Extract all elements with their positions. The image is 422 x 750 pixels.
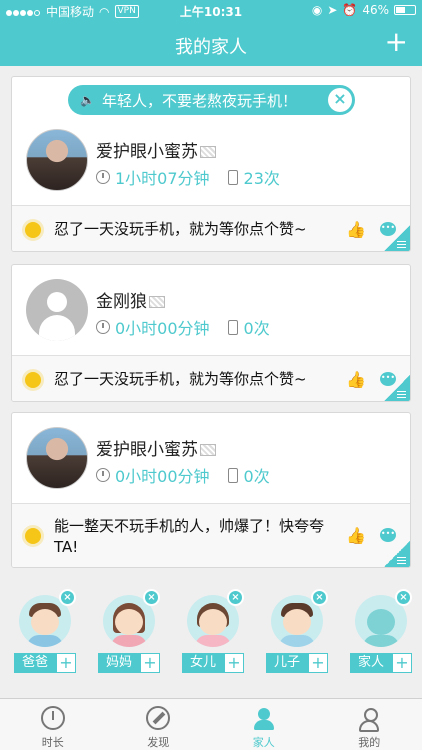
role-daughter[interactable]: × 女儿 + (182, 585, 244, 677)
remove-role-button[interactable]: × (227, 589, 244, 606)
avatar[interactable] (26, 129, 88, 191)
tab-discover[interactable]: 发现 (106, 699, 212, 750)
like-button[interactable]: 👍 (346, 220, 366, 239)
add-role-button[interactable]: + (224, 653, 244, 673)
family-member-card[interactable]: 金刚狼 0小时00分钟 0次 忍了一天没玩手机，就为等你点个赞~ 👍 ••• (11, 264, 411, 402)
role-family[interactable]: × 家人 + (350, 585, 412, 677)
phone-icon (227, 467, 238, 483)
list-corner-button[interactable] (382, 225, 410, 251)
person-icon (357, 706, 381, 732)
list-icon (397, 557, 406, 565)
member-profile: 爱护眼小蜜苏 1小时07分钟 23次 (12, 127, 410, 207)
default-avatar-icon[interactable] (26, 279, 88, 341)
add-role-button[interactable]: + (308, 653, 328, 673)
clock-icon (96, 468, 110, 482)
remove-role-button[interactable]: × (395, 589, 412, 606)
avatar[interactable] (26, 427, 88, 489)
alarm-icon: ⏰ (342, 3, 358, 17)
list-icon (397, 391, 406, 399)
tab-label: 发现 (147, 736, 170, 749)
lightbulb-icon (25, 528, 41, 544)
member-name: 爱护眼小蜜苏 (96, 435, 216, 460)
close-banner-button[interactable]: × (328, 88, 352, 112)
lightbulb-icon (25, 222, 41, 238)
role-son[interactable]: × 儿子 + (266, 585, 328, 677)
family-member-card[interactable]: 爱护眼小蜜苏 0小时00分钟 0次 能一整天不玩手机的人，帅爆了！快夸夸TA! … (11, 412, 411, 568)
clock-icon (40, 706, 65, 730)
compass-icon (146, 706, 171, 730)
tab-duration[interactable]: 时长 (0, 699, 106, 750)
edit-note-icon[interactable] (200, 146, 216, 158)
role-label: 爸爸 (14, 653, 56, 673)
unlock-count: 0次 (243, 467, 270, 486)
family-member-card[interactable]: 🔈 年轻人，不要老熬夜玩手机！ × 爱护眼小蜜苏 1小时07分钟 23次 忍了一… (11, 76, 411, 252)
location-icon: ➤ (327, 3, 338, 17)
member-profile: 金刚狼 0小时00分钟 0次 (12, 277, 410, 357)
tab-label: 时长 (41, 736, 64, 749)
role-label: 儿子 (266, 653, 308, 673)
message-row: 能一整天不玩手机的人，帅爆了！快夸夸TA! 👍 ••• (12, 503, 410, 567)
usage-duration: 0小时00分钟 (115, 467, 210, 486)
add-role-button[interactable]: + (392, 653, 412, 673)
battery-percent: 46% (362, 3, 389, 17)
clock-icon (96, 170, 110, 184)
tab-me[interactable]: 我的 (317, 699, 422, 750)
like-button[interactable]: 👍 (346, 526, 366, 545)
message-text: 忍了一天没玩手机，就为等你点个赞~ (54, 220, 307, 238)
remove-role-button[interactable]: × (311, 589, 328, 606)
message-text: 能一整天不玩手机的人，帅爆了！快夸夸TA! (54, 517, 325, 556)
list-corner-button[interactable] (382, 375, 410, 401)
phone-icon (227, 319, 238, 335)
remove-role-button[interactable]: × (59, 589, 76, 606)
member-name: 爱护眼小蜜苏 (96, 137, 216, 162)
usage-duration: 0小时00分钟 (115, 319, 210, 338)
usage-duration: 1小时07分钟 (115, 169, 210, 188)
speaker-icon: 🔈 (80, 93, 95, 107)
add-role-button[interactable]: + (140, 653, 160, 673)
list-corner-button[interactable] (382, 541, 410, 567)
tab-label: 家人 (252, 736, 275, 749)
battery-icon (394, 5, 416, 15)
reminder-banner: 🔈 年轻人，不要老熬夜玩手机！ × (68, 85, 355, 115)
add-role-button[interactable]: + (56, 653, 76, 673)
unlock-count: 23次 (243, 169, 280, 188)
status-bar: 中国移动 ◠ VPN 上午10:31 ◉ ➤ ⏰ 46% (0, 0, 422, 22)
add-family-button[interactable]: + (385, 28, 408, 56)
people-icon (252, 706, 276, 730)
role-dad[interactable]: × 爸爸 + (14, 585, 76, 677)
phone-icon (227, 169, 238, 185)
usage-stats: 0小时00分钟 0次 (96, 463, 270, 487)
lock-rotation-icon: ◉ (311, 3, 323, 17)
unlock-count: 0次 (243, 319, 270, 338)
message-row: 忍了一天没玩手机，就为等你点个赞~ 👍 ••• (12, 355, 410, 401)
role-label: 家人 (350, 653, 392, 673)
usage-stats: 0小时00分钟 0次 (96, 315, 270, 339)
role-label: 妈妈 (98, 653, 140, 673)
like-button[interactable]: 👍 (346, 370, 366, 389)
message-text: 忍了一天没玩手机，就为等你点个赞~ (54, 370, 307, 388)
usage-stats: 1小时07分钟 23次 (96, 165, 280, 189)
tab-label: 我的 (358, 736, 381, 749)
role-mom[interactable]: × 妈妈 + (98, 585, 160, 677)
family-role-picker: × 爸爸 + × 妈妈 + × 女儿 + × 儿子 + × 家人 + (0, 585, 422, 677)
remove-role-button[interactable]: × (143, 589, 160, 606)
comment-button[interactable]: ••• (380, 528, 396, 542)
edit-note-icon[interactable] (149, 296, 165, 308)
reminder-text: 年轻人，不要老熬夜玩手机！ (102, 91, 298, 110)
role-label: 女儿 (182, 653, 224, 673)
message-row: 忍了一天没玩手机，就为等你点个赞~ 👍 ••• (12, 205, 410, 251)
member-name: 金刚狼 (96, 287, 165, 312)
clock-icon (96, 320, 110, 334)
list-icon (397, 241, 406, 249)
edit-note-icon[interactable] (200, 444, 216, 456)
page-title: 我的家人 (175, 37, 247, 58)
nav-bar: 我的家人 + (0, 22, 422, 66)
tab-bar: 时长 发现 家人 我的 (0, 698, 422, 750)
member-profile: 爱护眼小蜜苏 0小时00分钟 0次 (12, 425, 410, 505)
tab-family[interactable]: 家人 (211, 699, 317, 750)
lightbulb-icon (25, 372, 41, 388)
